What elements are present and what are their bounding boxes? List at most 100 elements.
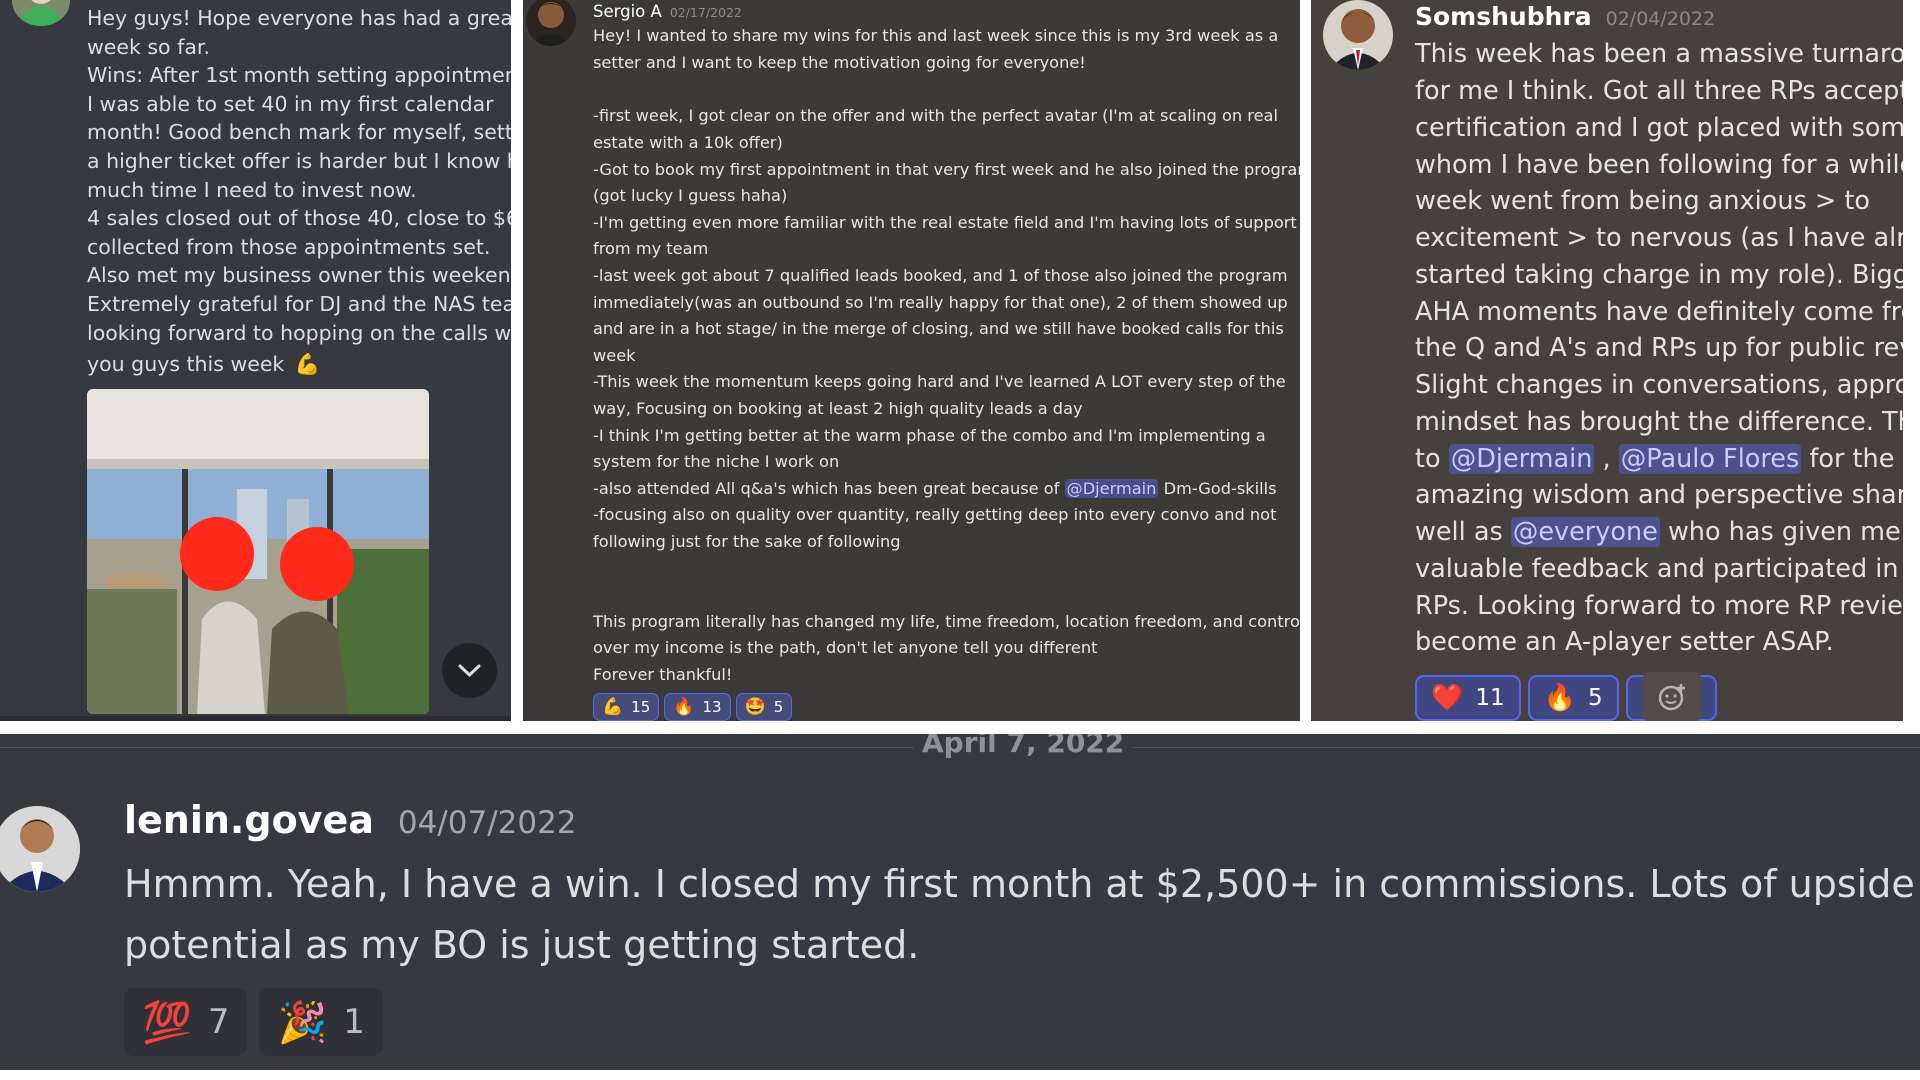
- reaction-star-struck[interactable]: 🤩 5: [735, 693, 793, 721]
- message-line: to @Djermain , @Paulo Flores for the: [1415, 444, 1894, 474]
- date-divider: April 7, 2022: [0, 734, 1920, 760]
- message-line: over my income is the path, don't let an…: [593, 638, 1098, 657]
- everyone-mention[interactable]: @everyone: [1510, 517, 1660, 547]
- message-line: Forever thankful!: [593, 665, 733, 684]
- message-line: This program literally has changed my li…: [593, 612, 1300, 631]
- message-line: system for the niche I work on: [593, 452, 840, 471]
- message-line-text: who has given me: [1659, 517, 1901, 547]
- message-panel-1: Hey guys! Hope everyone has had a great …: [0, 0, 511, 721]
- chevron-down-icon: [458, 664, 481, 677]
- reaction-count: 13: [702, 698, 722, 716]
- message-header: lenin.govea 04/07/2022: [124, 798, 577, 842]
- fire-icon: 🔥: [673, 697, 695, 717]
- message-line: week: [593, 346, 636, 365]
- message-line: week went from being anxious > to: [1415, 186, 1870, 216]
- reaction-hundred-points[interactable]: 💯 7: [124, 988, 248, 1056]
- author-name[interactable]: Sergio A: [593, 2, 662, 21]
- message-line: Hmmm. Yeah, I have a win. I closed my fi…: [124, 862, 1915, 906]
- timestamp: 02/04/2022: [1605, 8, 1716, 30]
- reaction-count: 5: [1588, 685, 1603, 711]
- message-line: (got lucky I guess haha): [593, 186, 788, 205]
- party-popper-icon: 🎉: [277, 999, 328, 1046]
- message-line: potential as my BO is just getting start…: [124, 923, 920, 967]
- star-struck-icon: 🤩: [744, 697, 766, 717]
- avatar[interactable]: [12, 0, 70, 26]
- message-line: -Got to book my first appointment in tha…: [593, 160, 1300, 179]
- flexed-biceps-icon: 💪: [294, 352, 321, 377]
- reaction-flexed-biceps[interactable]: 💪 15: [593, 693, 660, 721]
- message-line: excitement > to nervous (as I have alrea…: [1415, 223, 1903, 253]
- message-line: started taking charge in my role). Bigge…: [1415, 260, 1903, 290]
- user-mention[interactable]: @Djermain: [1448, 444, 1595, 474]
- message-line: -I'm getting even more familiar with the…: [593, 213, 1297, 232]
- reaction-count: 15: [631, 698, 651, 716]
- message-line: certification and I got placed with some…: [1415, 113, 1903, 143]
- message-line: Hey! I wanted to share my wins for this …: [593, 26, 1279, 45]
- message-line: Slight changes in conversations, approac…: [1415, 370, 1903, 400]
- message-line-text: you guys this week: [87, 352, 285, 377]
- message-panel-3: Somshubhra 02/04/2022 This week has been …: [1311, 0, 1903, 721]
- message-line: Also met my business owner this weekend!…: [87, 263, 511, 288]
- message-line: This week has been a massive turnaround: [1415, 39, 1903, 69]
- message-header: Sergio A 02/17/2022: [593, 2, 742, 21]
- add-reaction-icon: [1658, 684, 1685, 711]
- message-line-text: to: [1415, 444, 1449, 474]
- reaction-heart[interactable]: ❤️ 11: [1415, 675, 1521, 721]
- message-line-text: well as: [1415, 517, 1511, 547]
- message-line: I was able to set 40 in my first calenda…: [87, 91, 494, 116]
- message-line: become an A-player setter ASAP.: [1415, 627, 1834, 657]
- avatar[interactable]: [526, 0, 576, 46]
- divider: [0, 716, 511, 721]
- attached-photo[interactable]: [87, 389, 429, 714]
- message-line: well as @everyone who has given me: [1415, 517, 1901, 547]
- message-line: for me I think. Got all three RPs accept…: [1415, 76, 1903, 106]
- message-line: -focusing also on quality over quantity,…: [593, 505, 1277, 524]
- add-reaction-button[interactable]: [1642, 672, 1702, 721]
- reaction-bar: 💯 7 🎉 1: [124, 988, 395, 1056]
- message-line: Extremely grateful for DJ and the NAS te…: [87, 291, 511, 316]
- message-line: month! Good bench mark for myself, setti…: [87, 120, 511, 145]
- message-line: AHA moments have definitely come from: [1415, 297, 1903, 327]
- user-mention[interactable]: @Djermain: [1064, 479, 1159, 498]
- reaction-count: 7: [207, 1002, 230, 1042]
- divider: [0, 1070, 1920, 1080]
- scroll-down-button[interactable]: [442, 643, 497, 698]
- message-line: from my team: [593, 239, 709, 258]
- message-line-text: -also attended All q&a's which has been …: [593, 479, 1060, 498]
- message-line: estate with a 10k offer): [593, 133, 783, 152]
- heart-icon: ❤️: [1431, 683, 1464, 713]
- reaction-count: 11: [1475, 685, 1505, 711]
- message-line: following just for the sake of following: [593, 532, 901, 551]
- reaction-count: 5: [773, 698, 784, 716]
- author-name[interactable]: lenin.govea: [124, 798, 374, 842]
- reaction-fire[interactable]: 🔥 13: [664, 693, 731, 721]
- message-line-text: Dm-God-skills: [1158, 479, 1277, 498]
- hundred-points-icon: 💯: [142, 999, 192, 1046]
- reaction-fire[interactable]: 🔥 5: [1527, 675, 1619, 721]
- message-line: and are in a hot stage/ in the merge of …: [593, 319, 1284, 338]
- message-line: way, Focusing on booking at least 2 high…: [593, 399, 1083, 418]
- user-mention[interactable]: @Paulo Flores: [1618, 444, 1802, 474]
- message-line: -also attended All q&a's which has been …: [593, 479, 1277, 498]
- message-line: RPs. Looking forward to more RP reviews …: [1415, 591, 1903, 621]
- message-line: the Q and A's and RPs up for public revi…: [1415, 333, 1903, 363]
- message-content: Hey guys! Hope everyone has had a great …: [87, 4, 511, 379]
- author-name[interactable]: Somshubhra: [1415, 2, 1592, 31]
- flexed-biceps-icon: 💪: [602, 697, 624, 717]
- fire-icon: 🔥: [1543, 683, 1577, 713]
- avatar[interactable]: [0, 806, 80, 892]
- message-panel-4: April 7, 2022 lenin.govea 04/07/2022 Hmmm…: [0, 734, 1920, 1080]
- message-line: -I think I'm getting better at the warm …: [593, 426, 1266, 445]
- message-line: valuable feedback and participated in my: [1415, 554, 1903, 584]
- message-header: Somshubhra 02/04/2022: [1415, 2, 1715, 31]
- message-line: -last week got about 7 qualified leads b…: [593, 266, 1288, 285]
- message-line: much time I need to invest now.: [87, 177, 417, 202]
- message-line: you guys this week 💪: [87, 350, 505, 379]
- message-line: mindset has brought the difference. Than…: [1415, 407, 1903, 437]
- avatar[interactable]: [1323, 0, 1393, 70]
- message-line: collected from those appointments set.: [87, 234, 491, 259]
- timestamp: 02/17/2022: [669, 5, 742, 20]
- reaction-count: 1: [343, 1002, 365, 1042]
- reaction-party-popper[interactable]: 🎉 1: [259, 988, 383, 1056]
- message-panel-2: Sergio A 02/17/2022 Hey! I wanted to shar…: [523, 0, 1300, 721]
